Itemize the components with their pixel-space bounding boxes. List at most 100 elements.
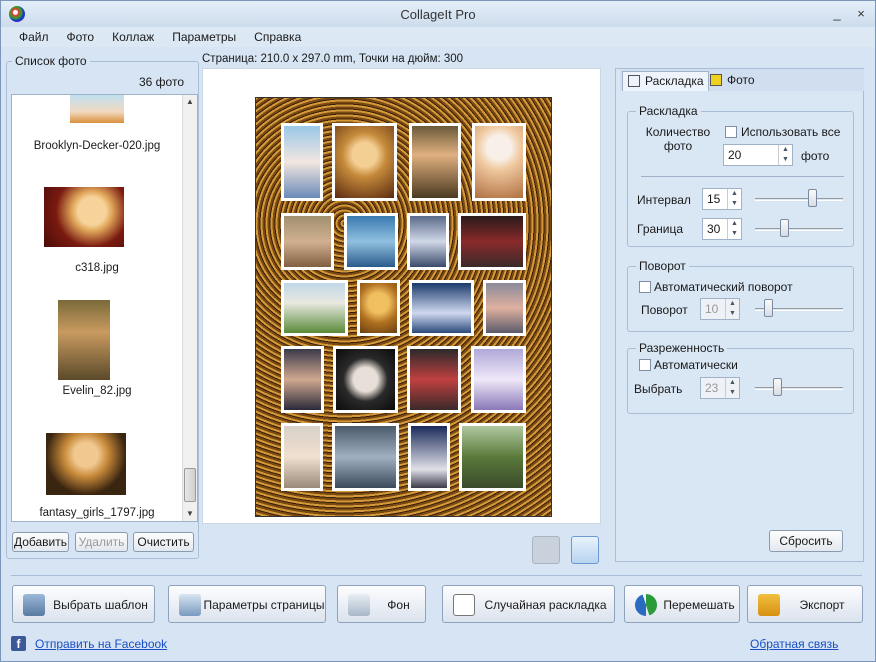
fit-to-window-icon[interactable]: [571, 536, 599, 564]
collage-canvas[interactable]: [202, 68, 601, 524]
sparsity-label: Выбрать: [634, 382, 683, 396]
collage-photo[interactable]: [483, 280, 526, 336]
photo-thumb-2[interactable]: [44, 187, 124, 247]
scroll-down-icon[interactable]: ▼: [186, 509, 194, 518]
sparsity-slider[interactable]: [755, 387, 843, 390]
minimize-button[interactable]: _: [827, 5, 847, 23]
add-button[interactable]: Добавить: [12, 532, 69, 552]
menu-help[interactable]: Справка: [244, 27, 309, 44]
sparsity-auto-label: Автоматически: [654, 358, 738, 372]
crop-icon[interactable]: [532, 536, 560, 564]
feedback-link[interactable]: Обратная связь: [750, 637, 838, 651]
collage-page[interactable]: [255, 97, 552, 517]
collage-photo[interactable]: [409, 123, 461, 201]
sparsity-value: 23: [705, 381, 719, 395]
collage-photo[interactable]: [407, 346, 461, 413]
tab-photo[interactable]: Фото: [705, 71, 759, 91]
interval-slider-handle[interactable]: [808, 189, 817, 207]
interval-stepper[interactable]: 15 ▲ ▼: [702, 188, 742, 210]
sparsity-auto-checkbox[interactable]: [639, 359, 651, 371]
facebook-link[interactable]: Отправить на Facebook: [35, 637, 167, 651]
background-button[interactable]: Фон: [337, 585, 426, 623]
background-label: Фон: [387, 598, 410, 612]
auto-rotate-label: Автоматический поворот: [654, 280, 793, 294]
interval-slider[interactable]: [755, 198, 843, 201]
random-layout-button[interactable]: Случайная раскладка: [442, 585, 615, 623]
collage-photo[interactable]: [472, 123, 526, 201]
menu-bar: Файл Фото Коллаж Параметры Справка: [1, 27, 875, 47]
photo-filename: c318.jpg: [75, 262, 119, 274]
collage-photo[interactable]: [408, 423, 450, 491]
collage-photo[interactable]: [357, 280, 400, 336]
photo-thumb-4[interactable]: [46, 433, 126, 495]
auto-rotate-checkbox[interactable]: [639, 281, 651, 293]
divider: [641, 176, 844, 177]
interval-value: 15: [707, 192, 721, 206]
sparsity-group-title: Разреженность: [636, 341, 728, 355]
photo-list-panel: Список фото 36 фото Brooklyn-Decker-020.…: [6, 54, 199, 559]
remove-button[interactable]: Удалить: [75, 532, 128, 552]
collage-photo[interactable]: [471, 346, 526, 413]
count-unit: фото: [801, 149, 830, 163]
page-params-button[interactable]: Параметры страницы: [168, 585, 326, 623]
sparsity-group: Разреженность Автоматически Выбрать 23 ▲ ▼: [627, 341, 854, 414]
use-all-checkbox[interactable]: [725, 126, 737, 138]
collage-photo[interactable]: [333, 346, 398, 413]
collage-photo[interactable]: [281, 123, 323, 201]
collage-photo[interactable]: [344, 213, 398, 270]
photo-filename: Evelin_82.jpg: [62, 385, 132, 397]
collage-photo[interactable]: [332, 423, 399, 491]
rotation-slider-handle[interactable]: [764, 299, 773, 317]
scroll-thumb[interactable]: [184, 468, 196, 502]
interval-label: Интервал: [637, 193, 691, 207]
collage-photo[interactable]: [281, 346, 324, 413]
photo-list-scrollbar[interactable]: ▲ ▼: [182, 95, 197, 521]
shuffle-button[interactable]: Перемешать: [624, 585, 740, 623]
collage-photo[interactable]: [332, 123, 397, 201]
rotation-label: Поворот: [641, 303, 688, 317]
shuffle-icon: [635, 594, 657, 616]
count-value: 20: [728, 148, 742, 162]
menu-params[interactable]: Параметры: [162, 27, 244, 44]
border-stepper[interactable]: 30 ▲ ▼: [702, 218, 742, 240]
window-title: CollageIt Pro: [400, 7, 476, 22]
menu-collage[interactable]: Коллаж: [102, 27, 162, 44]
page-settings-icon: [179, 594, 201, 616]
collage-photo[interactable]: [281, 423, 323, 491]
border-slider[interactable]: [755, 228, 843, 231]
collage-photo[interactable]: [407, 213, 449, 270]
export-button[interactable]: Экспорт: [747, 585, 863, 623]
collage-photo[interactable]: [409, 280, 474, 336]
title-bar: CollageIt Pro _ ×: [1, 1, 875, 27]
page-params-label: Параметры страницы: [203, 598, 325, 612]
choose-template-button[interactable]: Выбрать шаблон: [12, 585, 155, 623]
collage-photo[interactable]: [281, 280, 348, 336]
sparsity-slider-handle[interactable]: [773, 378, 782, 396]
photo-list-title: Список фото: [12, 54, 90, 68]
photo-icon: [710, 74, 722, 86]
border-slider-handle[interactable]: [780, 219, 789, 237]
collage-photo[interactable]: [281, 213, 334, 270]
rotation-value: 10: [705, 302, 719, 316]
collage-photo[interactable]: [459, 423, 526, 491]
scroll-up-icon[interactable]: ▲: [186, 97, 194, 106]
facebook-icon[interactable]: f: [11, 636, 26, 651]
tab-layout[interactable]: Раскладка: [622, 71, 709, 91]
photo-list[interactable]: Brooklyn-Decker-020.jpg c318.jpg Evelin_…: [11, 94, 198, 522]
clear-button[interactable]: Очистить: [133, 532, 194, 552]
rotation-stepper[interactable]: 10 ▲ ▼: [700, 298, 740, 320]
template-icon: [23, 594, 45, 616]
collage-photo[interactable]: [458, 213, 526, 270]
close-button[interactable]: ×: [851, 5, 871, 23]
export-icon: [758, 594, 780, 616]
app-window: CollageIt Pro _ × Файл Фото Коллаж Параметр…: [0, 0, 876, 662]
count-stepper[interactable]: 20 ▲ ▼: [723, 144, 793, 166]
photo-thumb-3[interactable]: [58, 300, 110, 380]
choose-template-label: Выбрать шаблон: [53, 598, 148, 612]
menu-file[interactable]: Файл: [9, 27, 57, 44]
menu-photo[interactable]: Фото: [57, 27, 103, 44]
settings-tabs: Раскладка Фото: [620, 69, 864, 91]
photo-thumb-1[interactable]: [70, 95, 124, 123]
sparsity-stepper[interactable]: 23 ▲ ▼: [700, 377, 740, 399]
reset-button[interactable]: Сбросить: [769, 530, 843, 552]
